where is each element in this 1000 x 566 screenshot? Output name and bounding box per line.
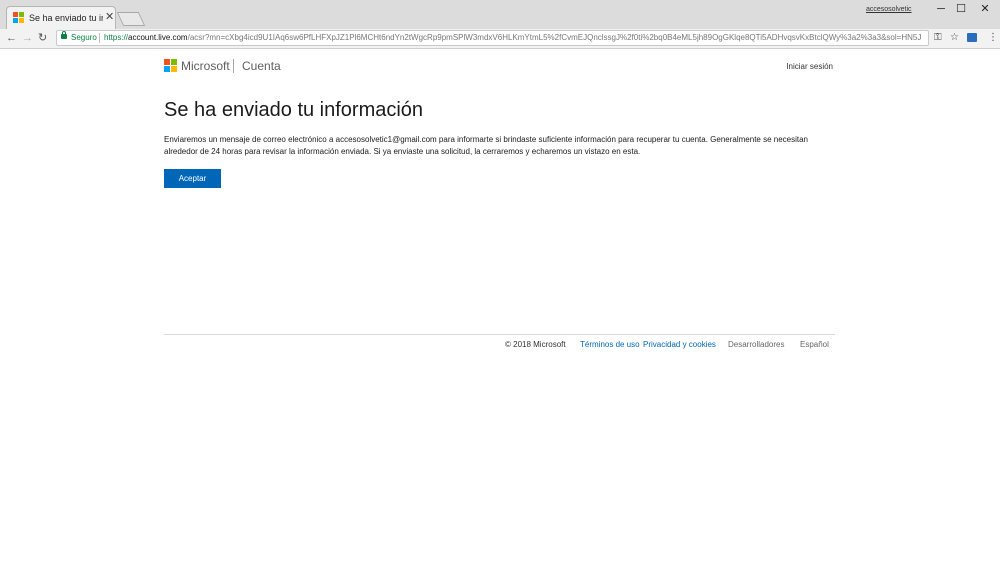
- profile-name[interactable]: accesosolvetic: [866, 5, 918, 15]
- arrow-right-icon[interactable]: →: [22, 31, 33, 45]
- confirmation-message: Enviaremos un mensaje de correo electrón…: [164, 135, 808, 156]
- browser-title-bar: Se ha enviado tu informaci ✕ accesosolve…: [0, 0, 1000, 29]
- browser-tab[interactable]: Se ha enviado tu informaci ✕: [6, 6, 116, 29]
- section-name[interactable]: Cuenta: [242, 58, 281, 74]
- terms-link[interactable]: Términos de uso: [580, 340, 640, 350]
- url-path: /acsr?mn=cXbg4icd9U1IAq6sw6PfLHFXpJZ1Pl6…: [187, 33, 922, 42]
- menu-icon[interactable]: ⋮: [988, 31, 998, 45]
- star-icon[interactable]: ☆: [950, 31, 959, 45]
- brand-name[interactable]: Microsoft: [181, 58, 230, 74]
- lock-icon: [61, 31, 67, 39]
- page-title: Se ha enviado tu información: [164, 99, 424, 121]
- developers-link[interactable]: Desarrolladores: [728, 340, 784, 350]
- new-tab-button[interactable]: [116, 12, 146, 26]
- copyright: © 2018 Microsoft: [505, 340, 566, 349]
- url-host: account.live.com: [128, 33, 188, 42]
- microsoft-favicon-icon: [13, 12, 24, 23]
- key-icon[interactable]: ⚿: [934, 31, 942, 45]
- extension-icon[interactable]: [967, 33, 977, 42]
- header-divider: [233, 59, 234, 73]
- reload-icon[interactable]: ↻: [38, 31, 47, 45]
- tab-title: Se ha enviado tu informaci: [29, 13, 103, 23]
- tab-close-icon[interactable]: ✕: [105, 10, 114, 24]
- browser-toolbar: ← → ↻ Seguro https://account.live.com/ac…: [0, 29, 1000, 49]
- arrow-left-icon[interactable]: ←: [6, 31, 17, 45]
- address-bar[interactable]: Seguro https://account.live.com/acsr?mn=…: [56, 30, 929, 46]
- microsoft-logo-icon[interactable]: [164, 59, 178, 73]
- privacy-link[interactable]: Privacidad y cookies: [643, 340, 716, 350]
- language-selector[interactable]: Español: [800, 340, 829, 350]
- signin-link[interactable]: Iniciar sesión: [745, 62, 833, 72]
- footer-divider: [164, 334, 835, 335]
- url-scheme: https://: [104, 33, 129, 42]
- accept-button[interactable]: Aceptar: [164, 169, 221, 188]
- url-text[interactable]: https://account.live.com/acsr?mn=cXbg4ic…: [104, 31, 922, 45]
- address-divider: [99, 33, 100, 43]
- close-icon[interactable]: ✕: [970, 2, 1000, 16]
- secure-label: Seguro: [71, 33, 97, 42]
